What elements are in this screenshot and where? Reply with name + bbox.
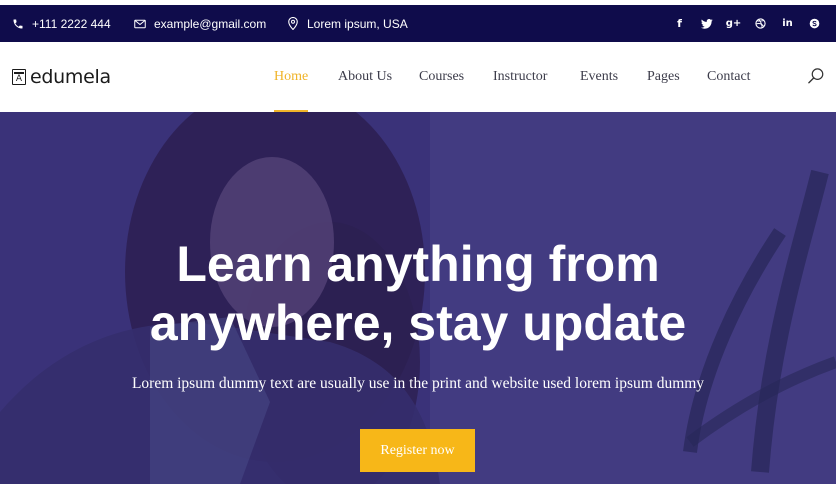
hero-banner: Learn anything from anywhere, stay updat… <box>0 112 836 484</box>
twitter-icon[interactable] <box>693 5 720 42</box>
topbar-location-text: Lorem ipsum, USA <box>307 16 408 31</box>
hero-title-line-1: Learn anything from <box>176 236 660 292</box>
logo-book-icon: A <box>12 69 26 85</box>
dribbble-icon[interactable] <box>747 5 774 42</box>
linkedin-icon[interactable]: in <box>774 5 801 42</box>
topbar-email-text: example@gmail.com <box>154 16 267 31</box>
topbar-email[interactable]: example@gmail.com <box>134 5 266 42</box>
top-info-bar: +111 2222 444 example@gmail.com Lorem ip… <box>0 5 836 42</box>
topbar-phone[interactable]: +111 2222 444 <box>12 5 111 42</box>
site-logo[interactable]: A edumela <box>12 66 111 88</box>
nav-events[interactable]: Events <box>580 42 618 112</box>
skype-icon[interactable] <box>801 5 828 42</box>
hero-content: Learn anything from anywhere, stay updat… <box>0 112 836 484</box>
main-navbar: A edumela Home About Us Courses Instruct… <box>0 42 836 112</box>
logo-text: edumela <box>30 66 111 88</box>
hero-title: Learn anything from anywhere, stay updat… <box>0 235 836 353</box>
nav-instructor[interactable]: Instructor <box>493 42 547 112</box>
nav-contact[interactable]: Contact <box>707 42 751 112</box>
register-now-button[interactable]: Register now <box>360 429 475 472</box>
nav-home[interactable]: Home <box>274 42 309 112</box>
topbar-phone-text: +111 2222 444 <box>32 16 111 31</box>
facebook-icon[interactable]: f <box>666 5 693 42</box>
nav-pages[interactable]: Pages <box>647 42 680 112</box>
search-icon[interactable] <box>807 67 825 85</box>
map-pin-icon <box>287 17 299 30</box>
google-plus-icon[interactable]: g+ <box>720 5 747 42</box>
envelope-icon <box>134 18 146 30</box>
social-links: f g+ in <box>666 5 828 42</box>
hero-subtitle: Lorem ipsum dummy text are usually use i… <box>131 375 705 392</box>
hero-title-line-2: anywhere, stay update <box>149 295 687 351</box>
nav-about-us[interactable]: About Us <box>338 42 392 112</box>
nav-courses[interactable]: Courses <box>419 42 464 112</box>
phone-icon <box>12 18 24 30</box>
topbar-location[interactable]: Lorem ipsum, USA <box>287 5 408 42</box>
